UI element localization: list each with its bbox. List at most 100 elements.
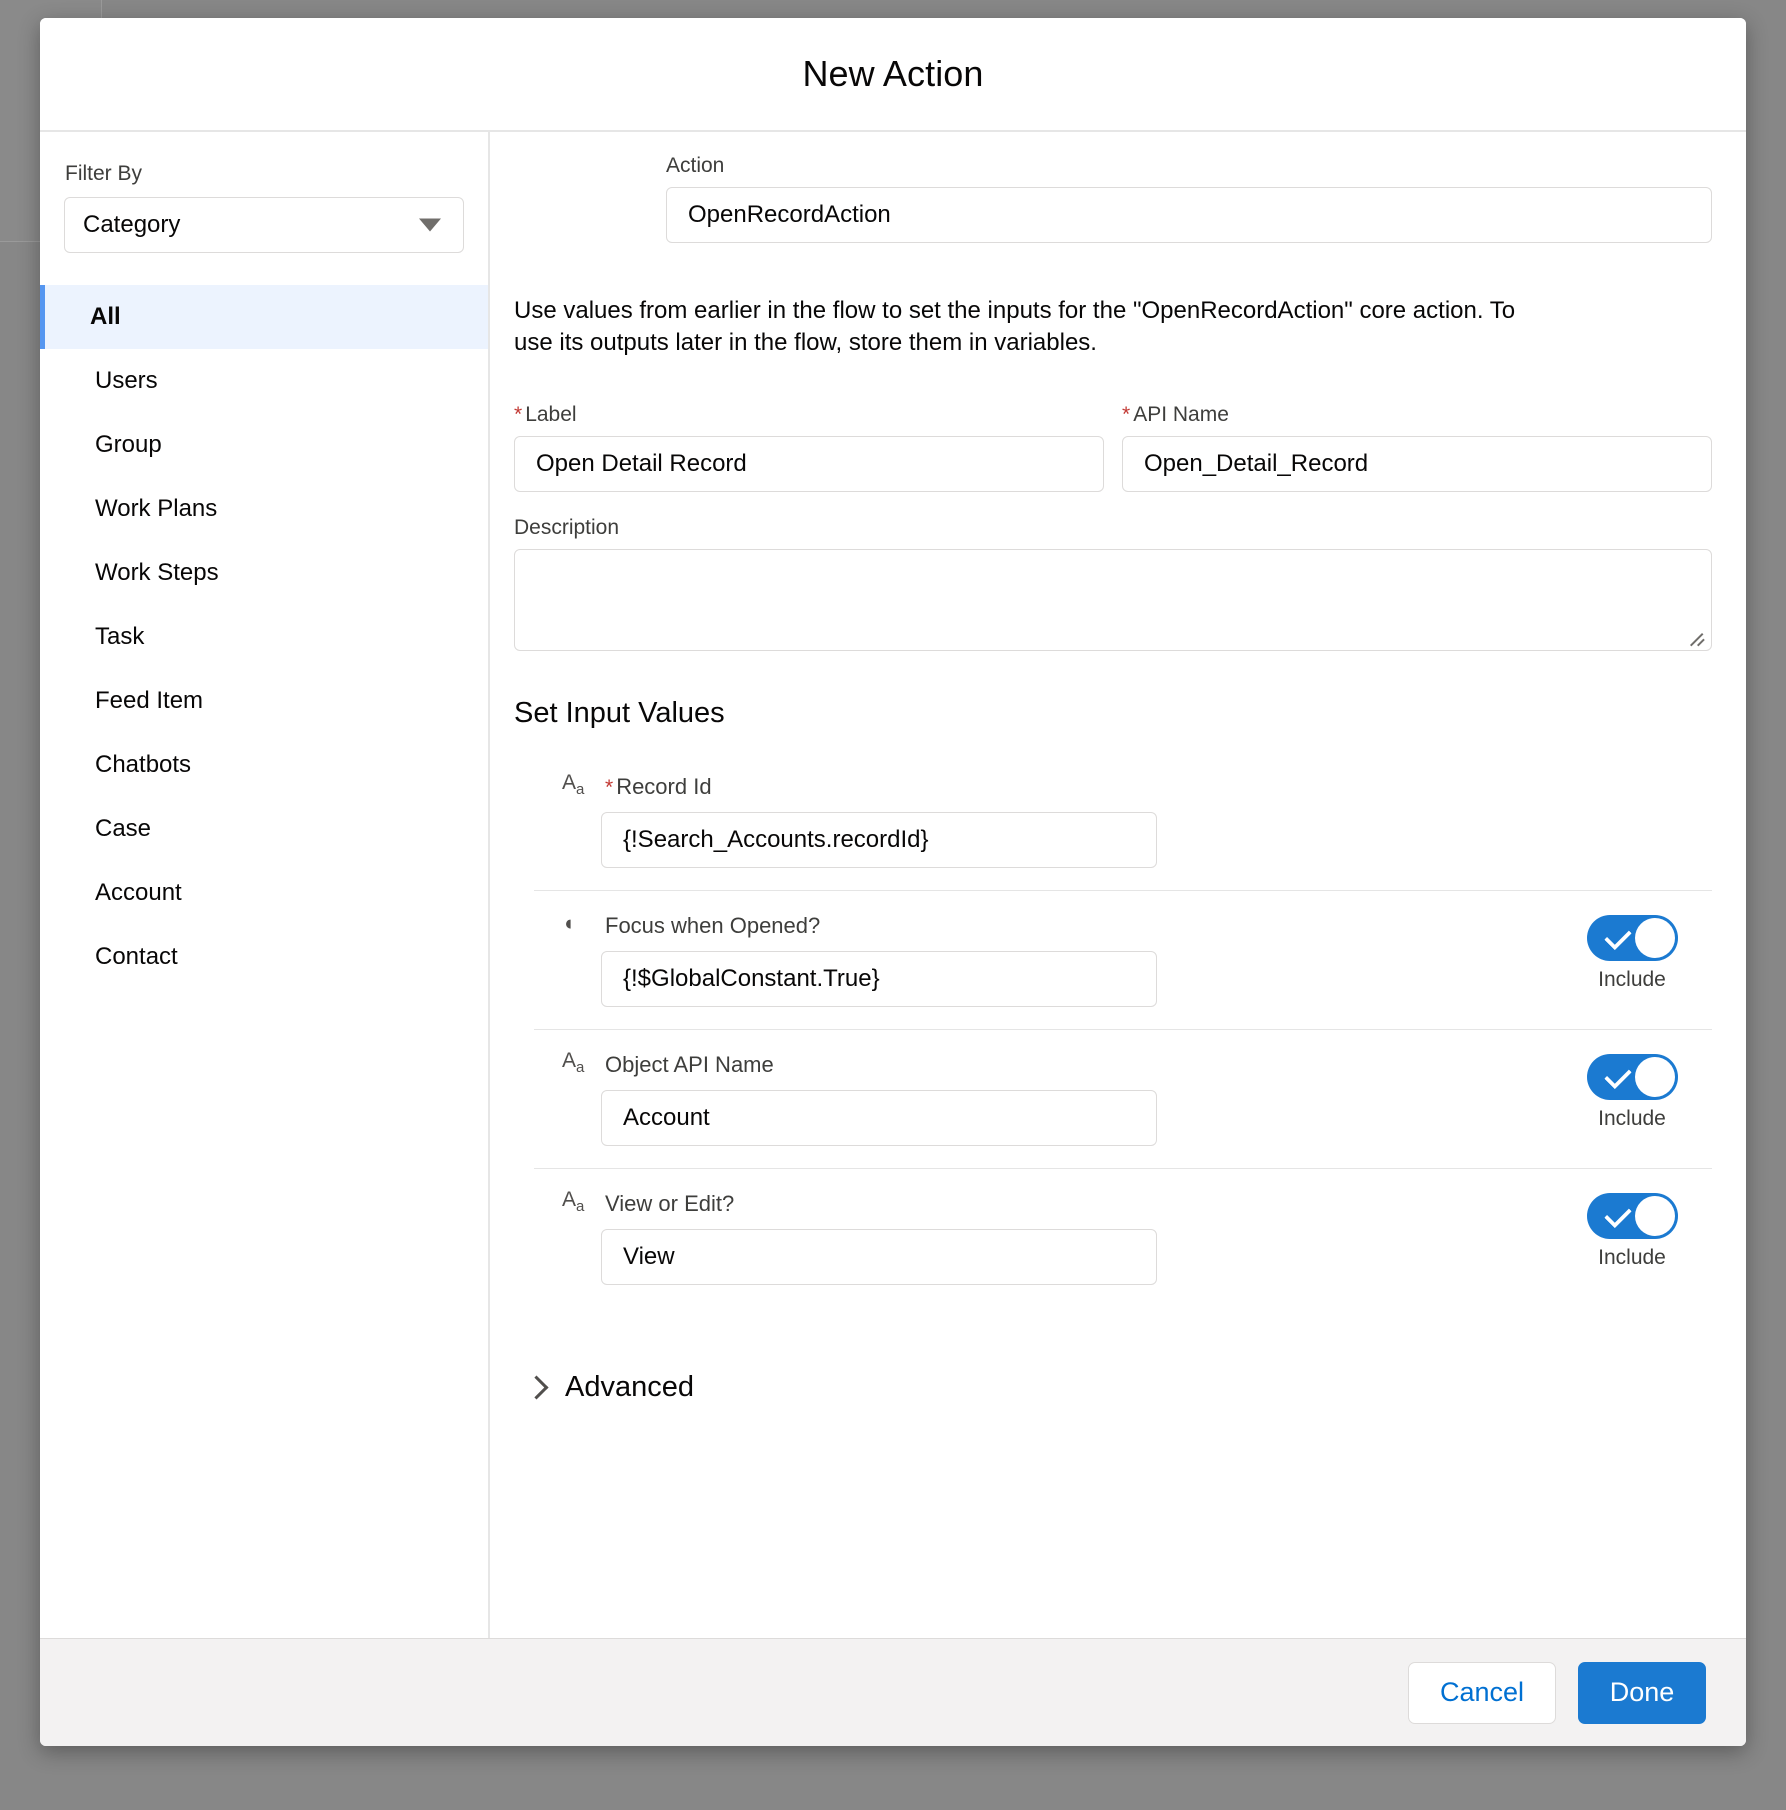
text-type-icon: Aa <box>562 771 585 799</box>
sidebar-item-label: Work Plans <box>95 495 218 522</box>
chevron-right-icon <box>524 1375 549 1400</box>
description-textarea[interactable] <box>514 548 1712 651</box>
input-row-label: * Record Id <box>605 774 712 800</box>
include-toggle-caption: Include <box>1598 1106 1666 1130</box>
sidebar-item-task[interactable]: Task <box>40 605 488 669</box>
input-row-body: Aa View or Edit? View <box>534 1188 1552 1285</box>
sidebar-item-label: Contact <box>95 943 178 970</box>
category-list: All Users Group Work Plans Work Steps Ta… <box>40 285 488 989</box>
sidebar-item-users[interactable]: Users <box>40 349 488 413</box>
input-row-label-text: View or Edit? <box>605 1190 735 1216</box>
sidebar-item-group[interactable]: Group <box>40 413 488 477</box>
input-row-record-id: Aa * Record Id {!Search_Accounts.recordId… <box>534 752 1712 890</box>
action-field-group: Action OpenRecordAction <box>514 154 1712 243</box>
done-button[interactable]: Done <box>1578 1661 1706 1724</box>
check-icon <box>1603 1200 1632 1229</box>
label-apiname-row: * Label Open Detail Record * API Name Open… <box>514 403 1712 492</box>
sidebar-item-contact[interactable]: Contact <box>40 925 488 989</box>
sidebar-item-work-steps[interactable]: Work Steps <box>40 541 488 605</box>
input-row-header: Aa View or Edit? <box>534 1188 1552 1217</box>
action-detail-panel: Action OpenRecordAction Use values from … <box>490 132 1746 1638</box>
sidebar-item-label: All <box>90 303 121 330</box>
label-field-label: * Label <box>514 403 1104 427</box>
input-row-header: Aa Object API Name <box>534 1050 1552 1078</box>
required-marker: * <box>605 775 614 799</box>
include-toggle[interactable] <box>1586 914 1678 961</box>
input-row-label-text: Focus when Opened? <box>605 912 821 938</box>
toggle-knob <box>1634 1195 1675 1236</box>
cancel-button[interactable]: Cancel <box>1408 1661 1556 1724</box>
include-toggle-caption: Include <box>1598 967 1666 991</box>
input-row-value-field[interactable]: View <box>601 1228 1157 1285</box>
input-row-header: Aa * Record Id <box>534 771 1552 800</box>
input-row-label: Focus when Opened? <box>605 913 820 939</box>
input-row-value: Account <box>623 1103 710 1131</box>
input-row-body: Aa Object API Name Account <box>534 1050 1552 1146</box>
advanced-section-toggle[interactable]: Advanced <box>514 1371 1712 1404</box>
required-marker: * <box>514 402 523 426</box>
sidebar-item-label: Case <box>95 815 152 842</box>
chevron-down-icon <box>419 218 441 232</box>
api-name-input[interactable]: Open_Detail_Record <box>1122 435 1712 492</box>
sidebar-item-case[interactable]: Case <box>40 797 488 861</box>
input-row-value-field[interactable]: Account <box>601 1089 1157 1146</box>
sidebar-item-chatbots[interactable]: Chatbots <box>40 733 488 797</box>
input-row-label-text: Record Id <box>616 773 712 799</box>
action-value: OpenRecordAction <box>688 201 891 228</box>
set-input-values-title: Set Input Values <box>514 696 725 729</box>
page-title: New Action <box>802 53 984 94</box>
modal-footer: Cancel Done <box>40 1638 1746 1746</box>
modal-body: Filter By Category All Users Group Work … <box>40 132 1746 1638</box>
input-row-label: View or Edit? <box>605 1191 734 1217</box>
description-field-group: Description <box>514 516 1712 651</box>
api-name-value: Open_Detail_Record <box>1144 449 1369 477</box>
filter-block: Filter By Category <box>40 162 488 253</box>
toggle-placeholder <box>1552 774 1712 776</box>
advanced-label: Advanced <box>565 1370 694 1403</box>
input-row-value: {!$GlobalConstant.True} <box>623 964 880 992</box>
include-toggle[interactable] <box>1586 1192 1678 1239</box>
sidebar-item-label: Work Steps <box>95 559 219 586</box>
filter-by-value: Category <box>83 211 181 238</box>
input-row-view-or-edit: Aa View or Edit? View Include <box>534 1167 1712 1307</box>
input-row-header: ◖ Focus when Opened? <box>534 913 1552 939</box>
resize-handle-icon[interactable] <box>1690 632 1706 646</box>
label-value: Open Detail Record <box>536 449 747 477</box>
input-values-list: Aa * Record Id {!Search_Accounts.recordId… <box>514 752 1712 1307</box>
label-field-group: * Label Open Detail Record <box>514 403 1104 492</box>
input-row-body: ◖ Focus when Opened? {!$GlobalConstant.T… <box>534 913 1552 1007</box>
include-toggle-group: Include <box>1552 913 1712 992</box>
required-marker: * <box>1122 402 1131 426</box>
input-row-value-field[interactable]: {!Search_Accounts.recordId} <box>601 811 1157 868</box>
include-toggle-caption: Include <box>1598 1245 1666 1269</box>
filter-by-select[interactable]: Category <box>64 197 464 253</box>
input-row-value: {!Search_Accounts.recordId} <box>623 825 929 853</box>
sidebar-item-feed-item[interactable]: Feed Item <box>40 669 488 733</box>
api-name-field-group: * API Name Open_Detail_Record <box>1122 403 1712 492</box>
input-row-body: Aa * Record Id {!Search_Accounts.recordId… <box>534 771 1552 868</box>
filter-by-label: Filter By <box>65 162 143 185</box>
text-type-icon: Aa <box>562 1188 585 1216</box>
sidebar-item-label: Account <box>95 879 182 906</box>
description-label: Description <box>514 515 620 539</box>
input-row-value: View <box>623 1242 675 1270</box>
input-row-label-text: Object API Name <box>605 1051 774 1077</box>
sidebar-item-label: Group <box>95 431 162 458</box>
category-sidebar: Filter By Category All Users Group Work … <box>40 132 490 1638</box>
sidebar-item-account[interactable]: Account <box>40 861 488 925</box>
include-toggle[interactable] <box>1586 1053 1678 1100</box>
sidebar-item-work-plans[interactable]: Work Plans <box>40 477 488 541</box>
sidebar-item-label: Task <box>95 623 145 650</box>
include-toggle-group: Include <box>1552 1052 1712 1131</box>
sidebar-item-label: Users <box>95 367 158 394</box>
sidebar-item-all[interactable]: All <box>40 285 488 349</box>
help-text: Use values from earlier in the flow to s… <box>514 297 1516 356</box>
input-row-value-field[interactable]: {!$GlobalConstant.True} <box>601 950 1157 1007</box>
action-input[interactable]: OpenRecordAction <box>666 187 1712 243</box>
toggle-knob <box>1634 917 1675 958</box>
api-name-field-label: * API Name <box>1122 403 1712 427</box>
input-row-object-api-name: Aa Object API Name Account Include <box>534 1028 1712 1168</box>
label-input[interactable]: Open Detail Record <box>514 435 1104 492</box>
label-field-label-text: Label <box>525 402 577 426</box>
sidebar-item-label: Feed Item <box>95 687 204 714</box>
